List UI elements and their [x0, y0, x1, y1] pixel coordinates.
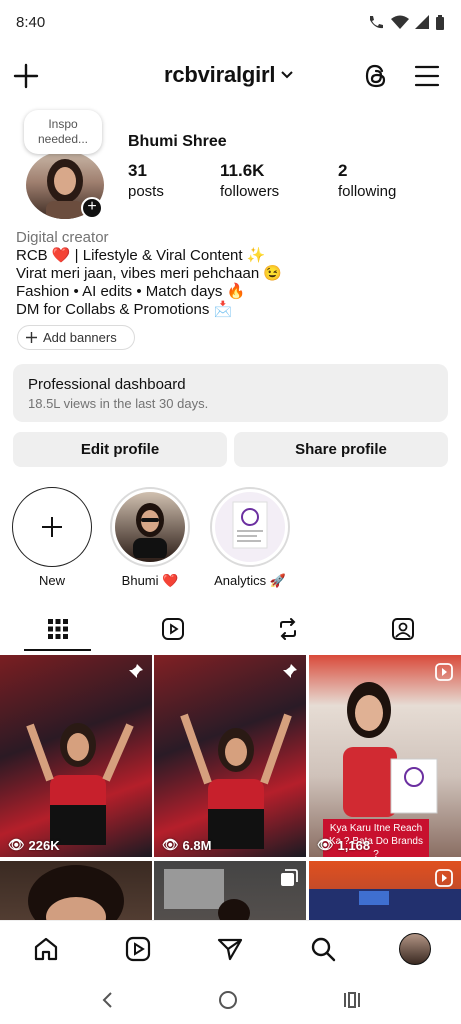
stat-posts-label: posts	[128, 183, 164, 200]
carousel-icon	[281, 869, 298, 886]
tab-tagged[interactable]	[346, 605, 461, 653]
status-icons	[367, 14, 445, 30]
username: rcbviralgirl	[164, 62, 276, 87]
edit-profile-button[interactable]: Edit profile	[13, 432, 227, 467]
bio-line: Virat meri jaan, vibes meri pehchaan 😉	[16, 265, 283, 282]
add-story-button[interactable]: +	[81, 197, 103, 219]
repost-icon	[280, 618, 297, 640]
highlight-new[interactable]: New	[12, 487, 92, 588]
highlight-ring	[110, 487, 190, 567]
post-views: 👁 6.8M	[162, 837, 212, 853]
home-icon	[34, 937, 58, 960]
reel-icon	[435, 869, 453, 887]
home-circle-icon[interactable]	[218, 990, 238, 1010]
highlight-analytics[interactable]: Analytics 🚀	[210, 487, 290, 589]
new-highlight-circle	[12, 487, 92, 567]
grid-post[interactable]: Kya Karu Itne Reach Ka ? Bata Do Brands …	[309, 655, 461, 857]
stat-followers-value: 11.6K	[220, 161, 265, 180]
threads-icon[interactable]	[362, 62, 390, 90]
signal-icon	[415, 15, 429, 29]
stat-followers[interactable]: 11.6K followers	[220, 160, 338, 202]
bottom-nav	[0, 920, 461, 976]
professional-dashboard[interactable]: Professional dashboard 18.5L views in th…	[13, 364, 448, 422]
profile-stats: 31 posts 11.6K followers 2 following	[128, 160, 438, 202]
plus-icon	[26, 332, 37, 343]
nav-home[interactable]	[26, 929, 66, 969]
post-image	[26, 723, 134, 845]
grid-icon	[47, 619, 68, 639]
post-views: 👁 1,168	[317, 837, 371, 853]
tab-grid[interactable]	[0, 605, 115, 653]
status-bar: 8:40	[0, 0, 461, 44]
highlight-label: Bhumi ❤️	[121, 573, 179, 588]
highlight-ring	[210, 487, 290, 567]
tagged-icon	[392, 618, 415, 640]
nav-profile[interactable]	[395, 929, 435, 969]
view-count: 6.8M	[182, 837, 212, 853]
stat-posts-value: 31	[128, 161, 147, 180]
status-time: 8:40	[16, 13, 46, 31]
call-icon	[370, 16, 383, 29]
stat-following-label: following	[338, 183, 397, 200]
system-nav	[0, 976, 461, 1024]
add-banners-label: Add banners	[43, 330, 117, 345]
recents-icon[interactable]	[342, 991, 362, 1009]
highlight-label: New	[38, 573, 65, 588]
note-bubble[interactable]: Inspo needed...	[24, 110, 102, 154]
nav-reels[interactable]	[118, 929, 158, 969]
share-profile-button[interactable]: Share profile	[234, 432, 448, 467]
battery-icon	[436, 14, 444, 30]
post-image	[180, 713, 292, 849]
account-switcher[interactable]: rcbviralgirl	[164, 62, 294, 88]
plus-icon	[42, 517, 62, 537]
highlight-cover	[215, 492, 285, 562]
highlight-bhumi[interactable]: Bhumi ❤️	[110, 487, 190, 589]
nav-messages[interactable]	[210, 929, 250, 969]
view-count: 1,168	[337, 837, 371, 853]
highlight-cover	[115, 492, 185, 562]
pin-icon	[283, 664, 297, 678]
view-count: 226K	[28, 837, 60, 853]
stat-following-value: 2	[338, 161, 348, 180]
dashboard-subtitle: 18.5L views in the last 30 days.	[28, 396, 209, 411]
posts-grid: 👁 226K 👁 6.8M Kya Karu Itne Reach Ka ? Bat…	[0, 655, 461, 920]
stat-posts[interactable]: 31 posts	[128, 160, 220, 202]
grid-post[interactable]	[309, 861, 461, 920]
add-banners-button[interactable]: Add banners	[17, 325, 135, 350]
profile-header: rcbviralgirl	[0, 56, 461, 100]
stat-followers-label: followers	[220, 183, 280, 200]
nav-search[interactable]	[303, 929, 343, 969]
bio-line: RCB ❤️ | Lifestyle & Viral Content ✨	[16, 247, 266, 264]
reel-icon	[435, 663, 453, 681]
menu-icon[interactable]	[414, 64, 440, 88]
profile-avatar-icon	[398, 932, 431, 965]
grid-post[interactable]	[0, 861, 152, 920]
post-views: 👁 226K	[8, 837, 60, 853]
bio-line: DM for Collabs & Promotions 📩	[16, 301, 233, 318]
grid-post[interactable]: 👁 6.8M	[154, 655, 306, 857]
display-name: Bhumi Shree	[128, 133, 227, 150]
pin-icon	[129, 664, 143, 678]
bio: Digital creator RCB ❤️ | Lifestyle & Vir…	[16, 229, 282, 319]
back-icon[interactable]	[100, 991, 114, 1009]
reels-icon	[126, 936, 151, 961]
create-plus-icon[interactable]	[12, 62, 40, 90]
grid-post[interactable]: 👁 226K	[0, 655, 152, 857]
chevron-down-icon	[281, 71, 294, 79]
reels-icon	[161, 618, 184, 640]
search-icon	[311, 937, 335, 961]
highlight-label: Analytics 🚀	[214, 573, 286, 588]
stat-following[interactable]: 2 following	[338, 160, 438, 202]
grid-post[interactable]	[154, 861, 306, 920]
dashboard-title: Professional dashboard	[28, 376, 186, 393]
tab-reels[interactable]	[115, 605, 230, 653]
bio-line: Fashion • AI edits • Match days 🔥	[16, 283, 246, 300]
content-tabs	[0, 605, 461, 653]
post-image	[28, 865, 124, 920]
profile-category: Digital creator	[16, 229, 109, 246]
send-icon	[218, 938, 243, 960]
tab-reposts[interactable]	[231, 605, 346, 653]
wifi-icon	[391, 15, 409, 29]
